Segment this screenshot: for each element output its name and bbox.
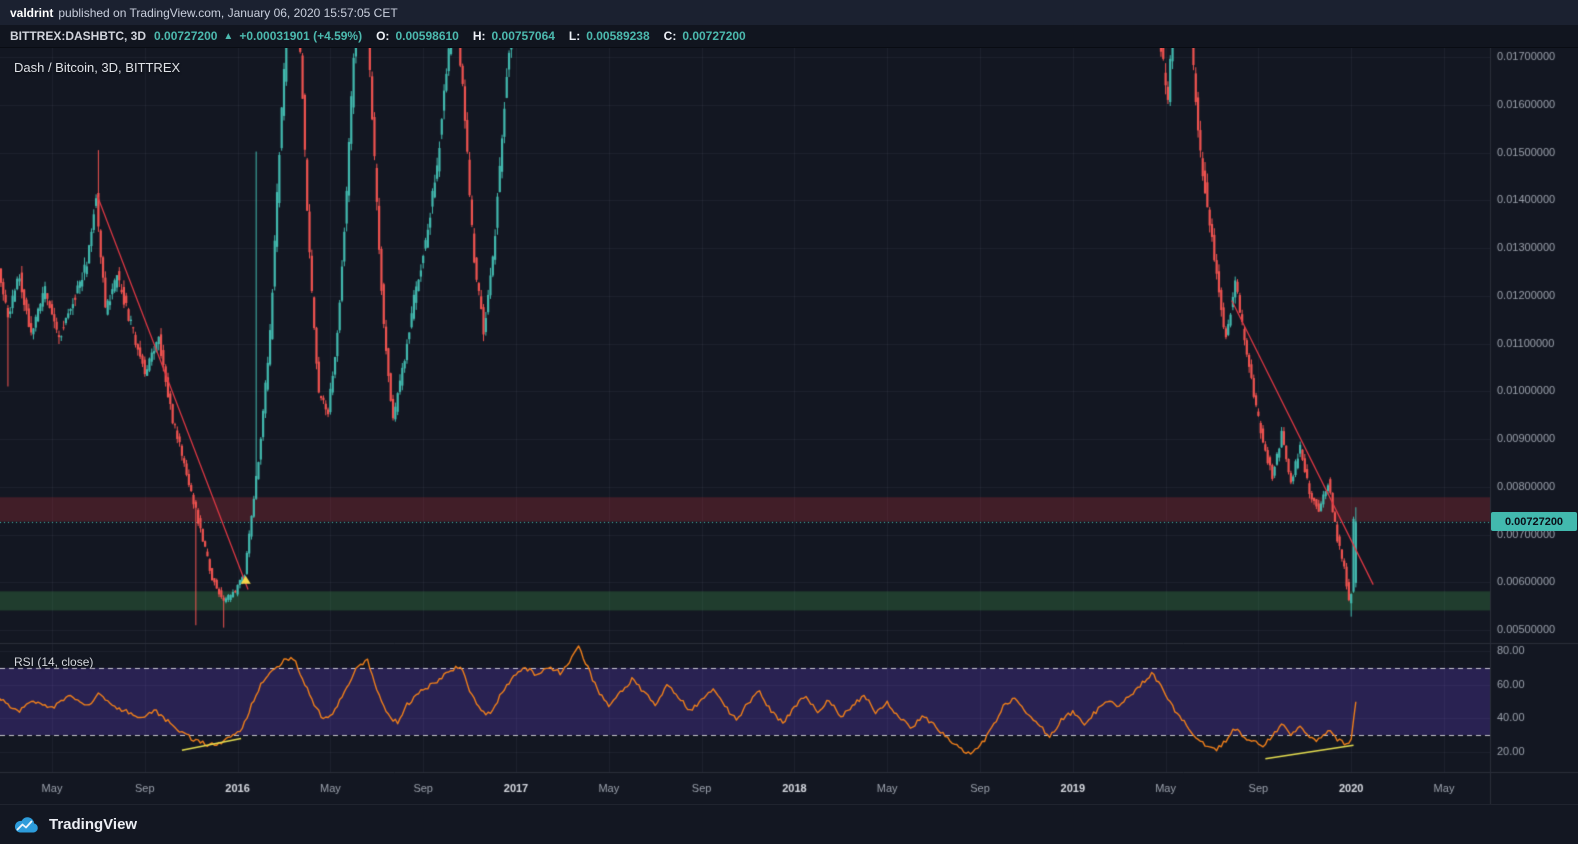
symbol-name[interactable]: BITTREX:DASHBTC, 3D [10, 29, 146, 43]
chart-legend[interactable]: Dash / Bitcoin, 3D, BITTREX [14, 60, 180, 75]
tradingview-snapshot: valdrint published on TradingView.com, J… [0, 0, 1578, 844]
publish-info: published on TradingView.com, January 06… [58, 6, 397, 20]
tradingview-logo-icon[interactable] [13, 816, 40, 834]
publish-bar: valdrint published on TradingView.com, J… [0, 0, 1578, 25]
footer-bar: TradingView [0, 804, 1578, 844]
author-link[interactable]: valdrint [10, 6, 53, 20]
last-price-label: 0.00727200 [1491, 512, 1577, 531]
close-label: C: [664, 29, 677, 43]
open-value: 0.00598610 [395, 29, 458, 43]
price-chart-canvas[interactable] [0, 48, 1578, 804]
high-label: H: [473, 29, 486, 43]
up-arrow-icon: ▲ [223, 31, 233, 42]
tradingview-brand[interactable]: TradingView [49, 816, 137, 833]
low-label: L: [569, 29, 580, 43]
high-value: 0.00757064 [492, 29, 555, 43]
last-price-value: 0.00727200 [154, 29, 217, 43]
close-value: 0.00727200 [682, 29, 745, 43]
rsi-legend[interactable]: RSI (14, close) [14, 655, 93, 669]
open-label: O: [376, 29, 389, 43]
symbol-info-bar: BITTREX:DASHBTC, 3D 0.00727200 ▲ +0.0003… [0, 25, 1578, 48]
chart-area[interactable]: Dash / Bitcoin, 3D, BITTREX RSI (14, clo… [0, 48, 1578, 804]
low-value: 0.00589238 [586, 29, 649, 43]
price-change: +0.00031901 (+4.59%) [239, 29, 362, 43]
